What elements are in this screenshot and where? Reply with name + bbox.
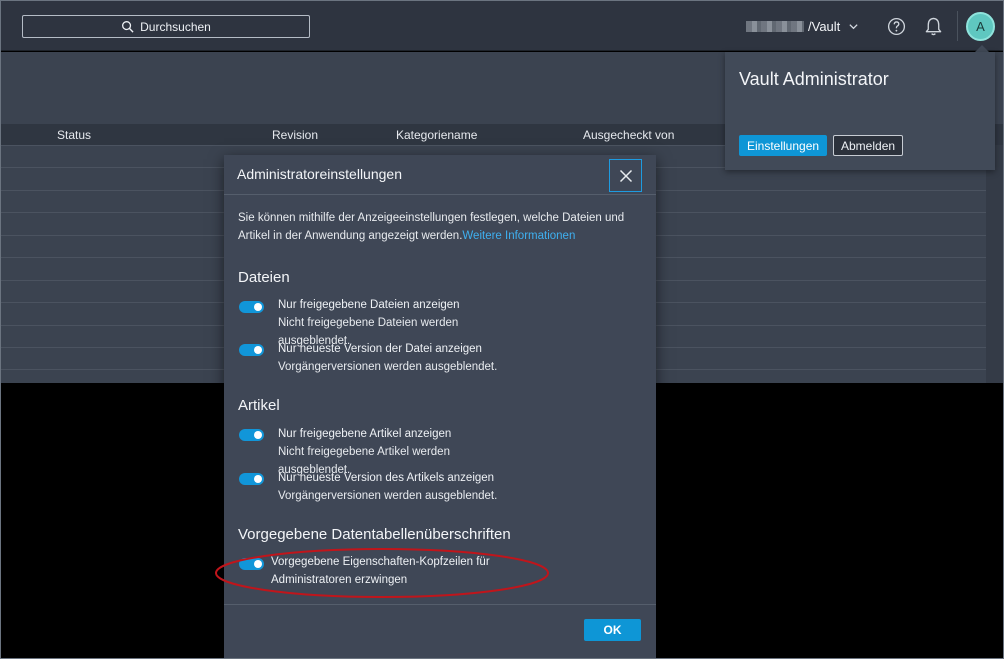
dialog-header: Administratoreinstellungen [224, 155, 656, 195]
dialog-title: Administratoreinstellungen [237, 166, 402, 182]
option-label-latest-file-version: Nur neueste Version der Datei anzeigen [278, 343, 482, 355]
option-label-released-items: Nur freigegebene Artikel anzeigen [278, 428, 452, 440]
option-label-enforce-default-headers: Vorgegebene Eigenschaften-Kopfzeilen für… [271, 556, 490, 586]
option-label-latest-item-version: Nur neueste Version des Artikels anzeige… [278, 472, 495, 484]
column-status[interactable]: Status [57, 128, 91, 142]
bell-icon[interactable] [924, 16, 943, 37]
vault-selector[interactable]: /Vault [746, 16, 859, 36]
admin-settings-dialog: Administratoreinstellungen Sie können mi… [224, 155, 656, 658]
blurred-server-name [746, 20, 804, 32]
chevron-down-icon [849, 23, 858, 29]
column-category[interactable]: Kategoriename [396, 128, 477, 142]
search-label: Durchsuchen [140, 19, 211, 34]
section-heading-items: Artikel [238, 397, 280, 414]
section-heading-files: Dateien [238, 269, 290, 286]
help-icon[interactable] [887, 17, 906, 36]
app-window: Durchsuchen /Vault A Status Revision Kat… [0, 0, 1004, 659]
column-revision[interactable]: Revision [272, 128, 318, 142]
toggle-released-items[interactable] [239, 429, 264, 441]
grid-scrollbar[interactable] [986, 145, 1003, 383]
more-info-link[interactable]: Weitere Informationen [462, 230, 575, 242]
option-label-released-files: Nur freigegebene Dateien anzeigen [278, 299, 460, 311]
section-heading-default-headers: Vorgegebene Datentabellenüberschriften [238, 526, 511, 543]
toggle-latest-item-version[interactable] [239, 473, 264, 485]
column-checked-out-by[interactable]: Ausgecheckt von [583, 128, 674, 142]
profile-name: Vault Administrator [739, 69, 889, 89]
dialog-intro: Sie können mithilfe der Anzeigeeinstellu… [238, 209, 642, 245]
profile-popup-caret [975, 45, 989, 52]
close-button[interactable] [609, 159, 642, 192]
avatar[interactable]: A [966, 12, 995, 41]
topbar-divider [957, 11, 958, 41]
logout-button[interactable]: Abmelden [833, 135, 904, 156]
search-icon [122, 21, 134, 33]
close-icon [619, 169, 632, 182]
top-bar: Durchsuchen /Vault A [1, 1, 1003, 51]
profile-popup: Vault Administrator Einstellungen Abmeld… [725, 52, 995, 170]
dialog-footer-divider [224, 604, 656, 605]
search-box[interactable]: Durchsuchen [22, 15, 310, 38]
vault-name: /Vault [808, 18, 841, 34]
toggle-latest-file-version[interactable] [239, 344, 264, 356]
option-desc-latest-file-version: Vorgängerversionen werden ausgeblendet. [278, 361, 498, 373]
toggle-released-files[interactable] [239, 301, 264, 313]
settings-button[interactable]: Einstellungen [739, 135, 828, 156]
ok-button[interactable]: OK [584, 619, 641, 641]
option-desc-latest-item-version: Vorgängerversionen werden ausgeblendet. [278, 490, 498, 502]
toggle-enforce-default-headers[interactable] [239, 558, 264, 570]
